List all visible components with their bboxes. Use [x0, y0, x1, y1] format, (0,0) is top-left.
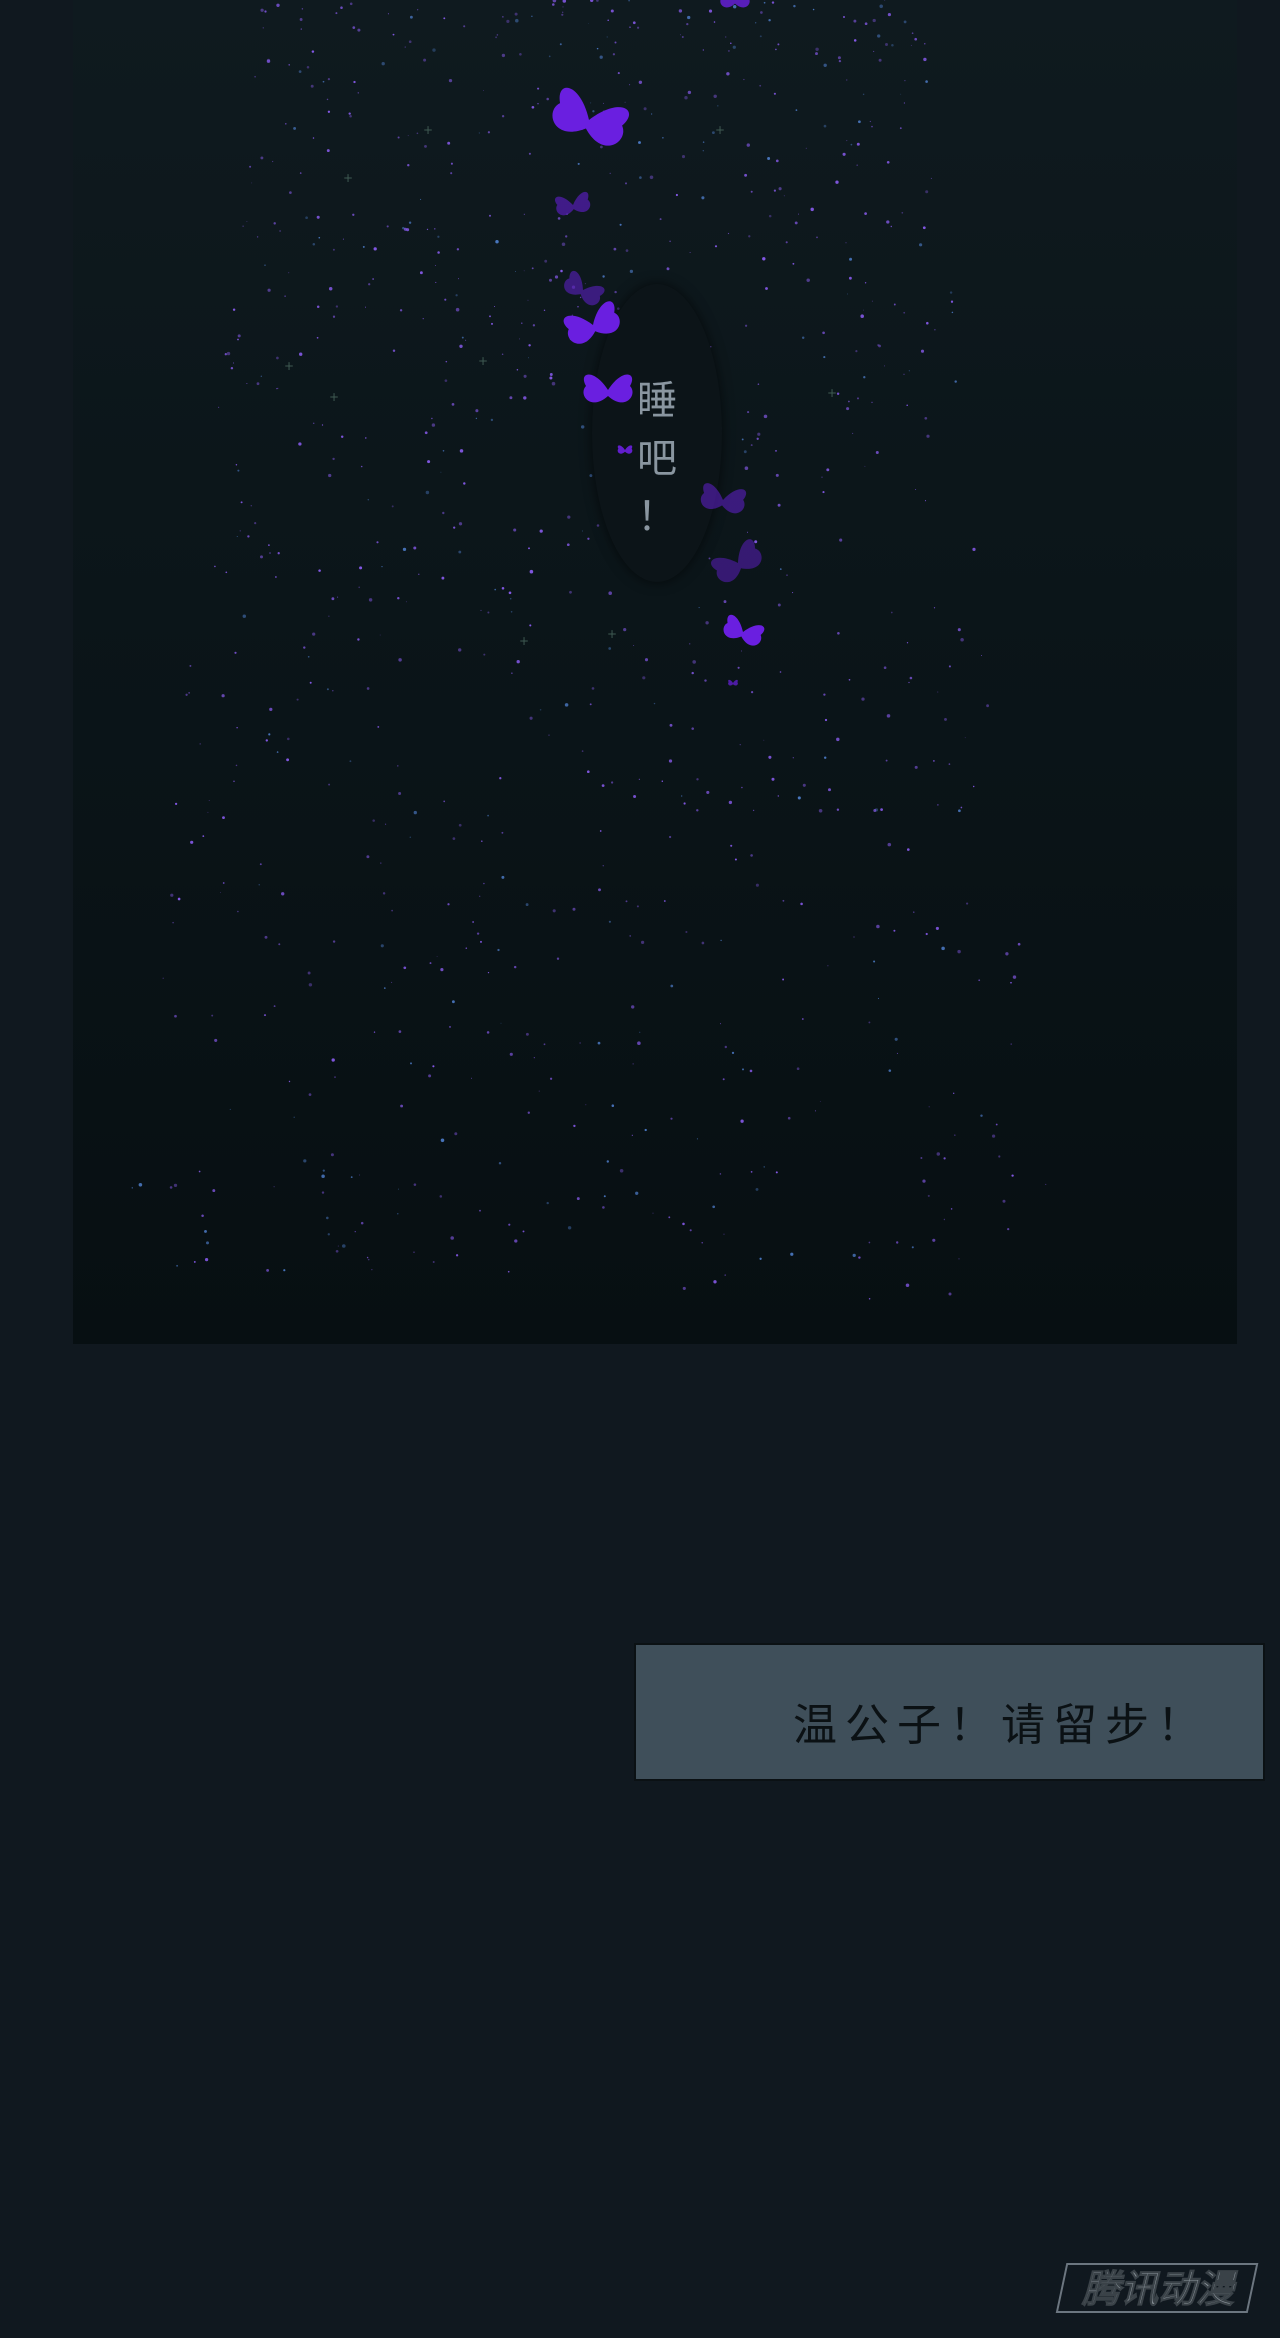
comic-page: ++++++++++++ 睡 吧 ！ 温公子！请留步！ 腾讯动漫 — [0, 0, 1280, 2338]
butterfly-3 — [564, 270, 605, 306]
butterfly-6 — [617, 445, 633, 454]
svg-text:腾讯动漫: 腾讯动漫 — [1081, 2267, 1238, 2311]
caption-box: 温公子！请留步！ — [634, 1643, 1265, 1781]
butterfly-9 — [723, 614, 765, 646]
butterfly-swarm — [552, 0, 765, 686]
butterfly-8 — [711, 539, 762, 583]
butterfly-2 — [555, 191, 591, 216]
night-sky-panel: ++++++++++++ 睡 吧 ！ — [73, 0, 1237, 1344]
butterfly-11 — [720, 0, 750, 8]
butterfly-1 — [552, 87, 629, 146]
butterfly-4 — [563, 301, 620, 344]
butterfly-5 — [583, 374, 633, 403]
butterfly-10 — [728, 679, 738, 686]
butterfly-7 — [700, 483, 747, 514]
tencent-comic-logo: 腾讯动漫 — [1055, 2263, 1259, 2313]
caption-text: 温公子！请留步！ — [793, 1700, 1209, 1751]
